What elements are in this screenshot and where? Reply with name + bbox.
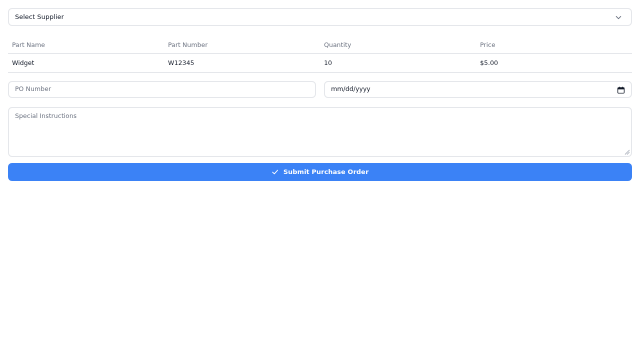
cell-quantity: 10 [324,59,333,67]
table-header-row: Part Name Part Number Quantity Price [8,37,632,54]
special-instructions-textarea[interactable]: Special Instructions [8,107,632,157]
special-instructions-placeholder: Special Instructions [15,113,77,120]
parts-table: Part Name Part Number Quantity Price Wid… [8,37,632,73]
supplier-select-value: Select Supplier [15,13,64,21]
resize-grip-icon[interactable] [624,149,630,155]
cell-part-name: Widget [12,59,35,67]
cell-price: $5.00 [480,59,499,67]
po-number-input[interactable]: PO Number [8,81,316,98]
calendar-icon[interactable] [617,86,625,94]
submit-label: Submit Purchase Order [283,168,369,176]
column-header-price: Price [480,41,496,49]
column-header-quantity: Quantity [324,41,352,49]
purchase-order-form: Select Supplier Part Name Part Number Qu… [0,0,640,360]
chevron-down-icon [615,16,622,20]
submit-purchase-order-button[interactable]: Submit Purchase Order [8,163,632,181]
column-header-part-number: Part Number [168,41,208,49]
check-icon [272,169,279,175]
column-header-part-name: Part Name [12,41,46,49]
cell-part-number: W12345 [168,59,195,67]
delivery-date-input[interactable]: mm/dd/yyyy [324,81,632,98]
date-placeholder: mm/dd/yyyy [331,86,371,93]
po-number-placeholder: PO Number [15,86,52,93]
supplier-select[interactable]: Select Supplier [8,8,632,26]
table-row: Widget W12345 10 $5.00 [8,54,632,73]
